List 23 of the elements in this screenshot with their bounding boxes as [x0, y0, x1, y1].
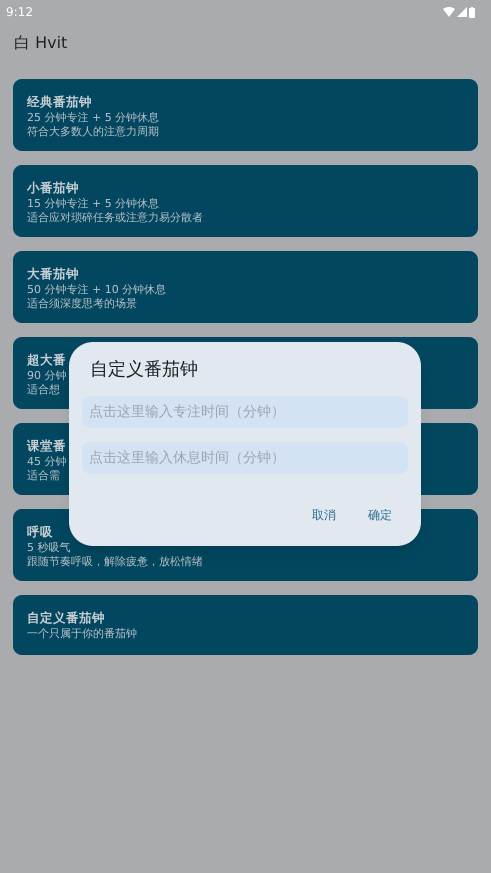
dialog-title: 自定义番茄钟: [89, 358, 199, 382]
card-title: 课堂番: [27, 437, 66, 455]
card-description: 适合想: [27, 383, 60, 397]
card-description: 50 分钟专注 + 10 分钟休息: [27, 283, 166, 297]
card-title: 超大番: [27, 351, 66, 369]
card-description: 90 分钟: [27, 369, 66, 383]
card-title: 经典番茄钟: [27, 93, 92, 111]
card-title: 呼吸: [27, 523, 53, 541]
card-title: 大番茄钟: [27, 265, 79, 283]
card-description: 一个只属于你的番茄钟: [27, 627, 137, 641]
card-description: 适合应对琐碎任务或注意力易分散者: [27, 211, 203, 225]
app-title: 白 Hvit: [14, 32, 68, 54]
card-description: 5 秒吸气: [27, 541, 70, 555]
card-title: 小番茄钟: [27, 179, 79, 197]
card-description: 适合需: [27, 469, 60, 483]
card-description: 符合大多数人的注意力周期: [27, 125, 159, 139]
status-time: 9:12: [6, 4, 33, 21]
card-description: 45 分钟: [27, 455, 66, 469]
card-description: 25 分钟专注 + 5 分钟休息: [27, 111, 160, 125]
card-description: 15 分钟专注 + 5 分钟休息: [27, 197, 160, 211]
card-title: 自定义番茄钟: [27, 609, 105, 627]
card-description: 跟随节奏呼吸，解除疲惫，放松情绪: [27, 555, 203, 569]
card-description: 适合须深度思考的场景: [27, 297, 137, 311]
